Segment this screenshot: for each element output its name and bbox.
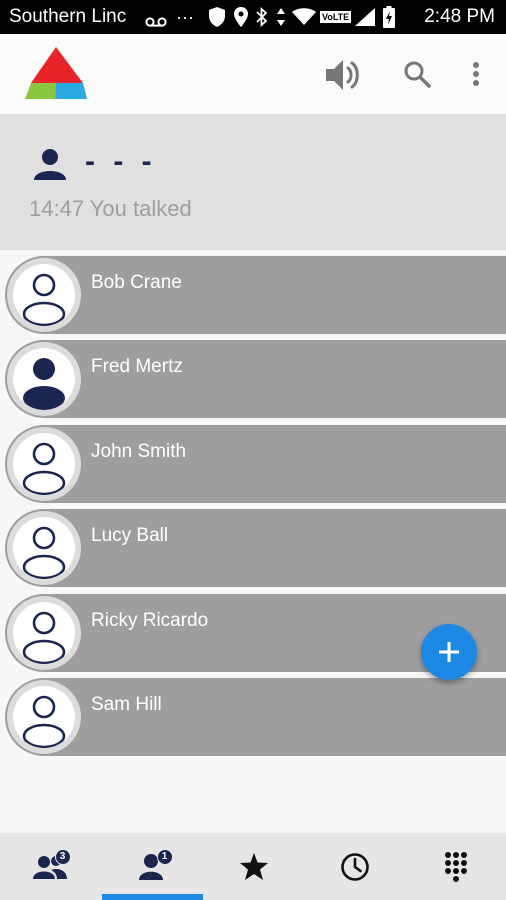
clock: 2:48 PM: [424, 6, 495, 27]
bluetooth-icon: [256, 7, 268, 27]
status-bar: Southern Linc ··· VoLTE 2:48 PM: [0, 0, 506, 34]
member-name: John Smith: [91, 441, 187, 462]
more-vert-icon: [473, 62, 479, 86]
contacts-badge: 1: [156, 848, 173, 865]
app-logo: [25, 47, 87, 106]
avatar-filled-icon: [13, 348, 75, 410]
app-bar: [0, 34, 506, 114]
carrier-name: Southern Linc: [9, 6, 127, 27]
dialpad-icon: [444, 851, 467, 882]
battery-icon: [383, 6, 396, 28]
member-name: Lucy Ball: [91, 525, 169, 546]
avatar-outline-icon: [13, 517, 75, 579]
voicemail-icon: [145, 14, 167, 32]
tab-favorites[interactable]: [203, 833, 304, 900]
member-row[interactable]: Fred Mertz: [5, 340, 506, 418]
avatar-ring: [7, 511, 81, 585]
avatar-outline-icon: [13, 433, 75, 495]
tab-contacts[interactable]: 1: [102, 833, 203, 900]
member-name: Ricky Ricardo: [91, 610, 209, 631]
call-status: 14:47 You talked: [29, 196, 192, 221]
add-button[interactable]: [421, 624, 477, 680]
speaker-button[interactable]: [321, 53, 365, 97]
member-name: Fred Mertz: [91, 356, 183, 377]
wifi-icon: [291, 8, 316, 25]
groups-icon: 3: [32, 848, 71, 882]
avatar-ring: [7, 680, 81, 754]
member-row[interactable]: Lucy Ball: [5, 509, 506, 587]
member-name: Sam Hill: [91, 694, 162, 715]
call-header: - - - 14:47 You talked: [0, 114, 506, 250]
search-icon: [404, 61, 431, 88]
volume-icon: [326, 60, 359, 90]
history-icon: [340, 852, 369, 881]
groups-badge: 3: [54, 848, 71, 865]
search-button[interactable]: [397, 54, 437, 94]
signal-icon: [355, 8, 376, 26]
shield-icon: [208, 7, 225, 27]
member-row[interactable]: Sam Hill: [5, 678, 506, 756]
contacts-icon: 1: [135, 848, 173, 882]
avatar-ring: [7, 427, 81, 501]
status-icons: ··· VoLTE: [176, 5, 396, 29]
more-options-button[interactable]: [460, 54, 492, 94]
bottom-navigation: 3 1: [0, 833, 506, 900]
avatar-outline-icon: [13, 602, 75, 664]
avatar-ring: [7, 596, 81, 670]
tab-dialpad[interactable]: [405, 833, 506, 900]
selected-tab-indicator: [102, 894, 203, 900]
location-icon: [233, 7, 248, 27]
star-icon: [239, 853, 268, 880]
avatar-outline-icon: [13, 686, 75, 748]
person-icon: [34, 148, 66, 185]
avatar-outline-icon: [13, 264, 75, 326]
plus-icon: [439, 642, 459, 662]
tab-groups[interactable]: 3: [0, 833, 101, 900]
data-arrows-icon: [276, 8, 285, 26]
member-name: Bob Crane: [91, 272, 182, 293]
tab-history[interactable]: [304, 833, 405, 900]
overflow-dots: ···: [176, 6, 194, 27]
member-row[interactable]: John Smith: [5, 425, 506, 503]
member-row[interactable]: Bob Crane: [5, 256, 506, 334]
caller-name: - - -: [85, 145, 157, 178]
volte-badge: VoLTE: [319, 11, 352, 23]
avatar-ring: [7, 342, 81, 416]
avatar-ring: [7, 258, 81, 332]
